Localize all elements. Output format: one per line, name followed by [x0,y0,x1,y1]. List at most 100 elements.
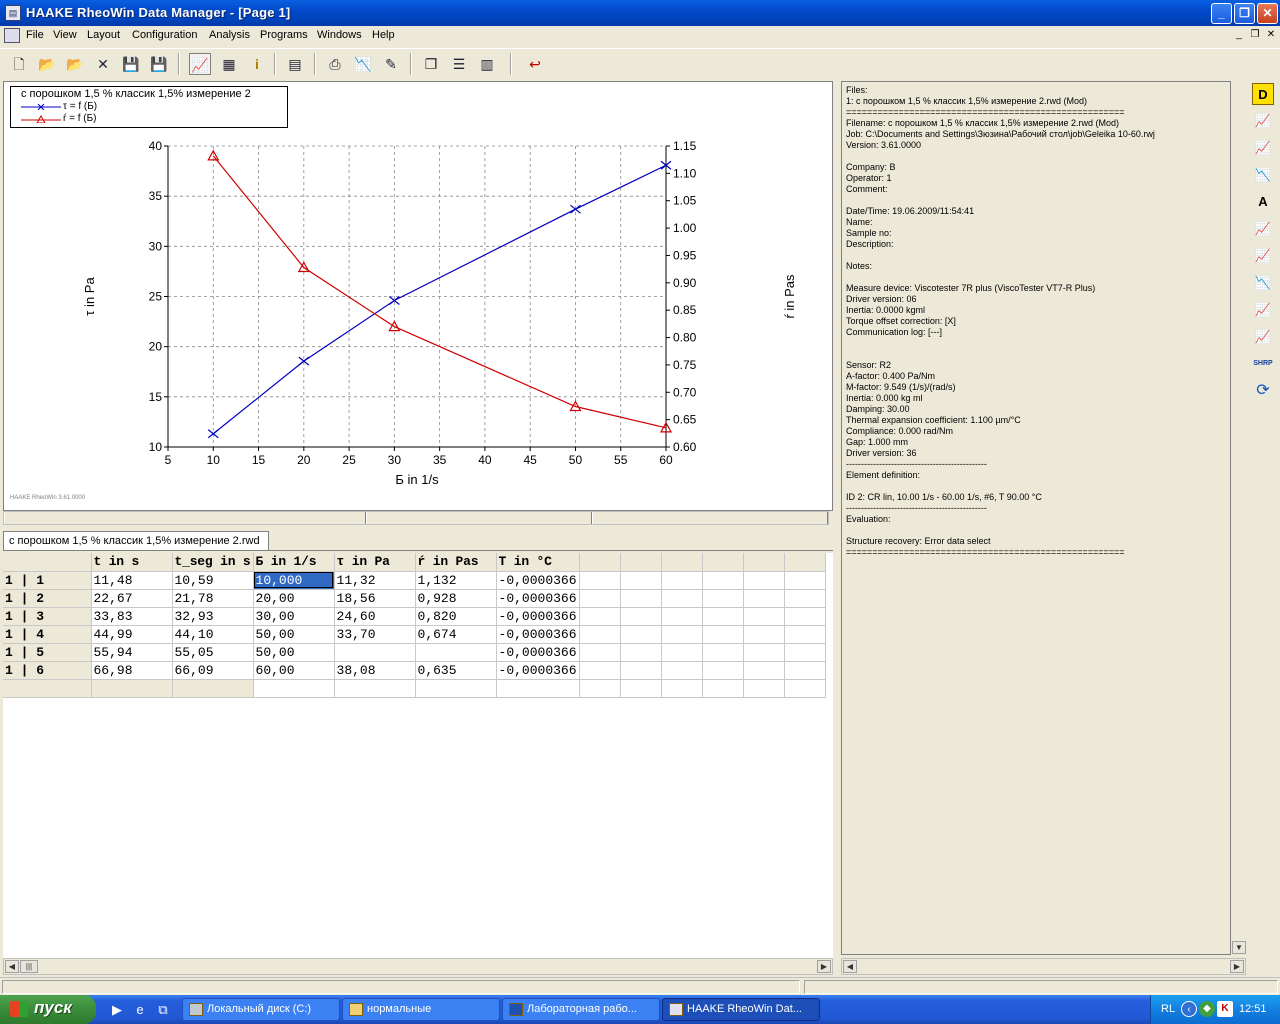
chart-panel[interactable]: с порошком 1,5 % классик 1,5% измерение … [3,81,833,511]
graph-a-icon[interactable]: A [1252,191,1274,213]
table-cell[interactable] [743,607,785,626]
table-cell[interactable] [784,589,826,608]
column-header[interactable] [579,553,621,572]
table-cell[interactable]: 1,132 [415,571,497,590]
print-preview-icon[interactable]: ▤ [284,53,306,75]
column-header[interactable] [620,553,662,572]
table-cell[interactable] [620,607,662,626]
rotate-icon[interactable]: ⟳ [1252,380,1274,402]
table-cell[interactable] [702,661,744,680]
close-button[interactable]: ✕ [1257,3,1278,24]
table-cell[interactable] [661,607,703,626]
table-cell[interactable] [620,679,662,698]
menu-windows[interactable]: Windows [317,29,362,41]
menu-configuration[interactable]: Configuration [132,29,197,41]
column-header[interactable] [702,553,744,572]
table-cell[interactable]: -0,0000366 [496,625,580,644]
network-icon[interactable]: ◆ [1199,1001,1215,1017]
row-header[interactable]: 1 | 1 [3,571,92,590]
table-cell[interactable] [620,625,662,644]
open-folder-icon[interactable]: 📂 [36,53,58,75]
table-cell[interactable] [496,679,580,698]
minimize-button[interactable]: _ [1211,3,1232,24]
scroll-left-icon[interactable]: ◀ [5,960,19,973]
column-header[interactable]: T in °C [496,553,580,572]
column-header[interactable]: ŕ in Pas [415,553,497,572]
table-cell[interactable] [661,625,703,644]
table-cell[interactable] [743,679,785,698]
table-cell[interactable]: 20,00 [253,589,335,608]
table-cell[interactable] [415,679,497,698]
column-header[interactable]: τ in Pa [334,553,416,572]
scroll-thumb[interactable]: ||| [20,960,38,973]
table-cell[interactable]: 44,10 [172,625,254,644]
mdi-minimize-button[interactable]: _ [1232,29,1246,42]
row-header[interactable]: 1 | 2 [3,589,92,608]
info-horizontal-scrollbar[interactable]: ◀ ▶ [841,958,1246,975]
new-file-icon[interactable]: 🗋 [8,53,30,75]
chart-scrollbar[interactable] [3,511,829,525]
table-cell[interactable] [743,625,785,644]
table-cell[interactable]: -0,0000366 [496,571,580,590]
file-tab[interactable]: с порошком 1,5 % классик 1,5% измерение … [3,531,269,551]
info-icon[interactable]: i [246,53,268,75]
table-cell[interactable]: 66,98 [91,661,173,680]
tile-vertical-icon[interactable]: ▥ [476,53,498,75]
table-cell[interactable]: 30,00 [253,607,335,626]
table-cell[interactable]: -0,0000366 [496,589,580,608]
table-cell[interactable]: 22,67 [91,589,173,608]
table-cell[interactable] [620,571,662,590]
edit-icon[interactable]: ✎ [380,53,402,75]
row-header[interactable]: 1 | 3 [3,607,92,626]
menu-programs[interactable]: Programs [260,29,308,41]
document-icon[interactable] [4,28,20,43]
table-cell[interactable]: -0,0000366 [496,661,580,680]
antivirus-icon[interactable]: K [1217,1001,1233,1017]
table-cell[interactable]: 21,78 [172,589,254,608]
column-header[interactable] [3,553,92,572]
table-cell[interactable] [743,589,785,608]
table-cell[interactable]: 32,93 [172,607,254,626]
table-cell[interactable] [784,679,826,698]
table-cell[interactable] [702,625,744,644]
table-cell[interactable] [579,589,621,608]
menu-view[interactable]: View [53,29,77,41]
scroll-right-icon[interactable]: ▶ [817,960,831,973]
table-cell[interactable]: 50,00 [253,625,335,644]
table-cell[interactable] [661,679,703,698]
mdi-close-button[interactable]: ✕ [1264,29,1278,42]
mdi-restore-button[interactable]: ❐ [1248,29,1262,42]
table-cell[interactable] [784,643,826,662]
table-cell[interactable]: 0,820 [415,607,497,626]
info-vertical-scrollbar[interactable]: ▼ [1232,81,1246,955]
table-cell[interactable] [661,571,703,590]
table-cell[interactable]: 55,05 [172,643,254,662]
table-cell[interactable]: 0,674 [415,625,497,644]
open-multi-icon[interactable]: 📂 [64,53,86,75]
column-header[interactable] [784,553,826,572]
table-cell[interactable] [620,589,662,608]
table-cell[interactable]: 60,00 [253,661,335,680]
menu-analysis[interactable]: Analysis [209,29,250,41]
table-cell[interactable]: 33,83 [91,607,173,626]
table-cell[interactable] [702,643,744,662]
print-icon[interactable]: ⎙ [324,53,346,75]
table-cell[interactable] [702,607,744,626]
d-logo-icon[interactable]: D [1252,83,1274,105]
table-cell[interactable]: -0,0000366 [496,607,580,626]
language-indicator[interactable]: RL [1161,1003,1175,1015]
table-cell[interactable]: 10,000 [253,571,335,590]
table-cell[interactable] [253,679,335,698]
restore-button[interactable]: ❐ [1234,3,1255,24]
table-cell[interactable]: 66,09 [172,661,254,680]
graph-icon-5[interactable]: 📈 [1252,245,1274,267]
table-cell[interactable] [579,607,621,626]
exit-icon[interactable]: ↩ [524,53,546,75]
table-cell[interactable] [334,679,416,698]
data-grid[interactable]: t in s t_seg in sБ in 1/s τ in Pa ŕ in Pas T… [3,553,833,958]
column-header[interactable]: t in s [91,553,173,572]
row-header[interactable] [3,679,92,698]
table-cell[interactable] [334,643,416,662]
table-cell[interactable] [702,679,744,698]
table-cell[interactable]: 50,00 [253,643,335,662]
